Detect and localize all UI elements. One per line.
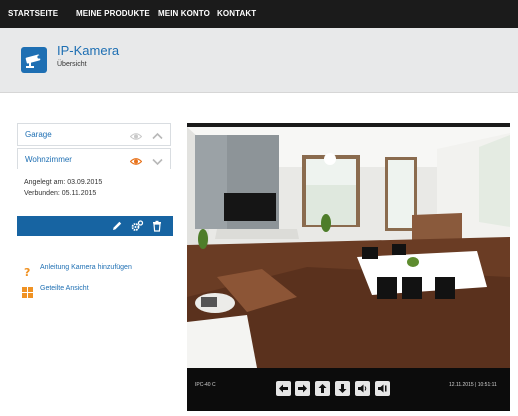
- svg-text:?: ?: [24, 266, 30, 277]
- arrow-down-icon[interactable]: [335, 381, 350, 396]
- connected-date: Verbunden: 05.11.2015: [24, 190, 97, 197]
- camera-name: Garage: [25, 130, 52, 139]
- pencil-icon[interactable]: [110, 219, 124, 233]
- page-title: IP-Kamera: [57, 43, 120, 58]
- page-header: IP-Kamera Übersicht: [0, 28, 518, 93]
- nav-kontakt[interactable]: KONTAKT: [217, 0, 256, 28]
- trash-icon[interactable]: [150, 219, 164, 233]
- created-date: Angelegt am: 03.09.2015: [24, 179, 103, 186]
- nav-mein-konto[interactable]: MEIN KONTO: [158, 0, 210, 28]
- speaker-icon[interactable]: [355, 381, 370, 396]
- arrow-left-icon[interactable]: [276, 381, 291, 396]
- chevron-down-icon[interactable]: [152, 154, 163, 166]
- grid-view-icon: [22, 285, 33, 298]
- arrow-up-icon[interactable]: [315, 381, 330, 396]
- eye-icon[interactable]: [129, 154, 143, 165]
- camera-item-wohnzimmer[interactable]: Wohnzimmer: [17, 148, 171, 171]
- chevron-up-icon[interactable]: [152, 129, 163, 140]
- camera-feed-image: [187, 127, 510, 368]
- timestamp: 12.11.2015 | 10:51:11: [449, 382, 497, 388]
- viewer-control-bar: IPC-40 C 12.11.2015 | 10:51:11: [187, 368, 510, 411]
- page-subtitle: Übersicht: [57, 61, 87, 68]
- speaker-muted-icon[interactable]: [375, 381, 390, 396]
- camera-icon: [21, 47, 47, 73]
- link-label: Geteilte Ansicht: [40, 285, 89, 292]
- camera-action-bar: [17, 216, 173, 236]
- nav-startseite[interactable]: STARTSEITE: [8, 0, 58, 28]
- question-icon: ?: [22, 264, 33, 279]
- camera-name: Wohnzimmer: [25, 155, 72, 164]
- camera-item-garage[interactable]: Garage: [17, 123, 171, 146]
- settings-gears-icon[interactable]: [130, 219, 144, 233]
- camera-viewer: IPC-40 C 12.11.2015 | 10:51:11: [187, 123, 510, 411]
- nav-meine-produkte[interactable]: MEINE PRODUKTE: [76, 0, 150, 28]
- eye-icon[interactable]: [129, 129, 143, 140]
- top-navigation: STARTSEITE MEINE PRODUKTE MEIN KONTO KON…: [0, 0, 518, 28]
- camera-label: IPC-40 C: [195, 382, 216, 388]
- camera-list: Garage Wohnzimmer: [17, 123, 171, 173]
- link-label: Anleitung Kamera hinzufügen: [40, 264, 132, 271]
- arrow-right-icon[interactable]: [295, 381, 310, 396]
- camera-details: Angelegt am: 03.09.2015 Verbunden: 05.11…: [17, 169, 171, 217]
